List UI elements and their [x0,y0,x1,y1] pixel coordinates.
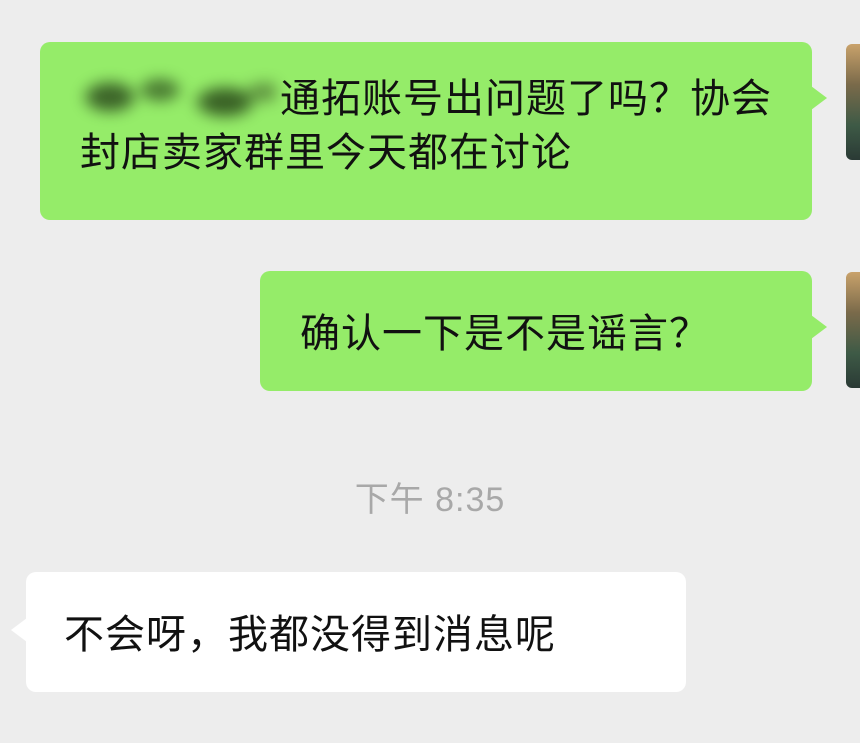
message-text: 不会呀，我都没得到消息呢 [64,612,556,658]
chat-window: 通拓账号出问题了吗？协会封店卖家群里今天都在讨论 确认一下是不是谣言？ 下午 8… [0,0,860,743]
bubble-tail [811,315,827,339]
message-timestamp: 下午 8:35 [354,481,506,519]
message-bubble-incoming[interactable]: 不会呀，我都没得到消息呢 [11,572,686,692]
user-avatar[interactable] [846,272,860,388]
message-bubble-outgoing[interactable]: 确认一下是不是谣言？ [260,271,827,391]
user-avatar[interactable] [846,44,860,160]
message-bubble-outgoing[interactable]: 通拓账号出问题了吗？协会封店卖家群里今天都在讨论 [40,42,827,220]
bubble-tail [11,618,27,642]
redacted-name [80,72,276,122]
message-text: 确认一下是不是谣言？ [300,311,710,357]
bubble-tail [811,86,827,110]
